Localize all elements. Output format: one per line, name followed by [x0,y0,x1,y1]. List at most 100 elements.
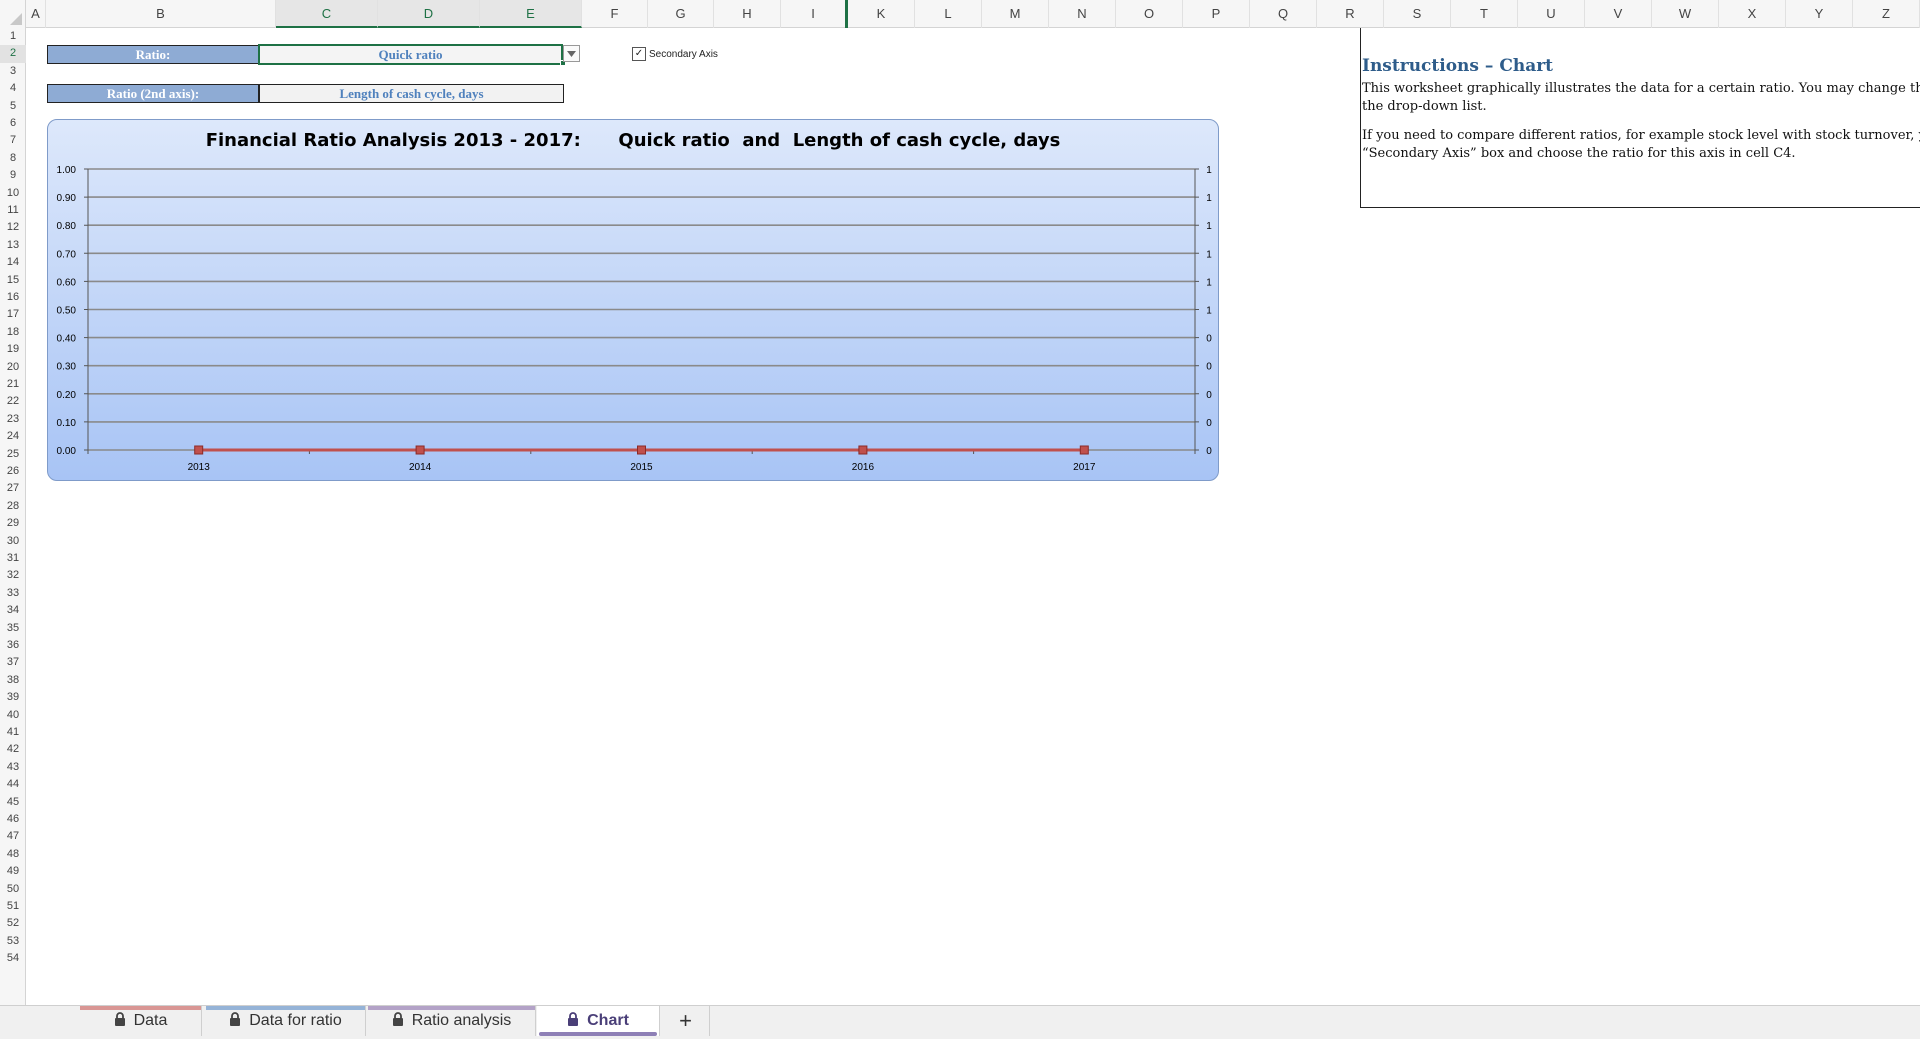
sheet-tab-ratio-analysis[interactable]: Ratio analysis [368,1006,536,1036]
row-header-9[interactable]: 9 [0,167,26,184]
row-header-34[interactable]: 34 [0,602,26,619]
row-header-7[interactable]: 7 [0,132,26,149]
row-header-52[interactable]: 52 [0,915,26,932]
column-header-g[interactable]: G [648,0,714,28]
column-header-n[interactable]: N [1049,0,1116,28]
row-header-21[interactable]: 21 [0,376,26,393]
row-header-51[interactable]: 51 [0,898,26,915]
row-header-28[interactable]: 28 [0,498,26,515]
column-header-o[interactable]: O [1116,0,1183,28]
row-header-37[interactable]: 37 [0,654,26,671]
y2-tick-label: 1 [1206,306,1212,317]
row-header-54[interactable]: 54 [0,950,26,967]
column-header-h[interactable]: H [714,0,781,28]
sheet-tab-data[interactable]: Data [80,1006,202,1036]
column-header-y[interactable]: Y [1786,0,1853,28]
lock-icon [229,1011,241,1031]
row-header-48[interactable]: 48 [0,846,26,863]
row-header-44[interactable]: 44 [0,776,26,793]
add-sheet-button[interactable]: + [662,1006,710,1036]
row-header-25[interactable]: 25 [0,446,26,463]
row-header-11[interactable]: 11 [0,202,26,219]
row-header-22[interactable]: 22 [0,393,26,410]
secondary-axis-label: Secondary Axis [649,48,718,60]
column-header-f[interactable]: F [582,0,648,28]
row-header-38[interactable]: 38 [0,672,26,689]
column-header-r[interactable]: R [1317,0,1384,28]
y2-tick-label: 1 [1206,165,1212,176]
column-header-s[interactable]: S [1384,0,1451,28]
row-header-43[interactable]: 43 [0,759,26,776]
row-header-39[interactable]: 39 [0,689,26,706]
row-header-5[interactable]: 5 [0,98,26,115]
column-header-p[interactable]: P [1183,0,1250,28]
row-header-26[interactable]: 26 [0,463,26,480]
column-header-m[interactable]: M [982,0,1049,28]
row-header-32[interactable]: 32 [0,567,26,584]
column-header-d[interactable]: D [378,0,480,28]
row-header-42[interactable]: 42 [0,741,26,758]
column-header-q[interactable]: Q [1250,0,1317,28]
row-header-50[interactable]: 50 [0,881,26,898]
row-header-30[interactable]: 30 [0,533,26,550]
row-header-6[interactable]: 6 [0,115,26,132]
checkbox-box[interactable]: ✓ [632,47,646,61]
column-header-e[interactable]: E [480,0,582,28]
row-header-24[interactable]: 24 [0,428,26,445]
column-header-i[interactable]: I [781,0,848,28]
sheet-tab-data-for-ratio[interactable]: Data for ratio [206,1006,366,1036]
row-header-17[interactable]: 17 [0,306,26,323]
row-header-47[interactable]: 47 [0,828,26,845]
y-tick-label: 0.00 [57,446,77,457]
row-header-16[interactable]: 16 [0,289,26,306]
column-header-b[interactable]: B [46,0,276,28]
select-all-corner[interactable] [0,0,26,28]
column-header-x[interactable]: X [1719,0,1786,28]
ratio2-select-cell[interactable]: Length of cash cycle, days [259,84,564,103]
row-header-1[interactable]: 1 [0,28,26,45]
row-header-4[interactable]: 4 [0,80,26,97]
row-header-20[interactable]: 20 [0,359,26,376]
column-header-c[interactable]: C [276,0,378,28]
row-header-35[interactable]: 35 [0,620,26,637]
row-header-13[interactable]: 13 [0,237,26,254]
column-header-v[interactable]: V [1585,0,1652,28]
column-header-w[interactable]: W [1652,0,1719,28]
row-header-12[interactable]: 12 [0,219,26,236]
secondary-axis-checkbox[interactable]: ✓ Secondary Axis [632,47,718,61]
ratio-chart[interactable]: Financial Ratio Analysis 2013 - 2017: Qu… [47,119,1219,481]
row-header-33[interactable]: 33 [0,585,26,602]
row-header-2[interactable]: 2 [0,45,26,63]
y-tick-label: 0.70 [57,249,77,260]
row-header-18[interactable]: 18 [0,324,26,341]
row-header-15[interactable]: 15 [0,272,26,289]
row-header-8[interactable]: 8 [0,150,26,167]
row-header-23[interactable]: 23 [0,411,26,428]
row-header-41[interactable]: 41 [0,724,26,741]
row-header-3[interactable]: 3 [0,63,26,80]
row-header-40[interactable]: 40 [0,707,26,724]
ratio-select-cell[interactable]: Quick ratio [258,44,563,65]
lock-icon [392,1011,404,1031]
row-header-36[interactable]: 36 [0,637,26,654]
row-header-29[interactable]: 29 [0,515,26,532]
column-header-z[interactable]: Z [1853,0,1920,28]
column-header-a[interactable]: A [26,0,46,28]
row-header-10[interactable]: 10 [0,185,26,202]
row-header-14[interactable]: 14 [0,254,26,271]
column-header-l[interactable]: L [915,0,982,28]
row-header-27[interactable]: 27 [0,480,26,497]
row-header-19[interactable]: 19 [0,341,26,358]
x-tick-label: 2017 [1073,462,1096,473]
row-header-45[interactable]: 45 [0,794,26,811]
row-header-31[interactable]: 31 [0,550,26,567]
column-header-t[interactable]: T [1451,0,1518,28]
column-header-u[interactable]: U [1518,0,1585,28]
row-header-53[interactable]: 53 [0,933,26,950]
column-header-k[interactable]: K [848,0,915,28]
ratio-dropdown-button[interactable] [563,45,580,62]
row-header-49[interactable]: 49 [0,863,26,880]
sheet-tab-chart[interactable]: Chart [537,1006,660,1036]
row-header-46[interactable]: 46 [0,811,26,828]
column-header-bar: ABCDEFGHIKLMNOPQRSTUVWXYZ [0,0,1920,28]
